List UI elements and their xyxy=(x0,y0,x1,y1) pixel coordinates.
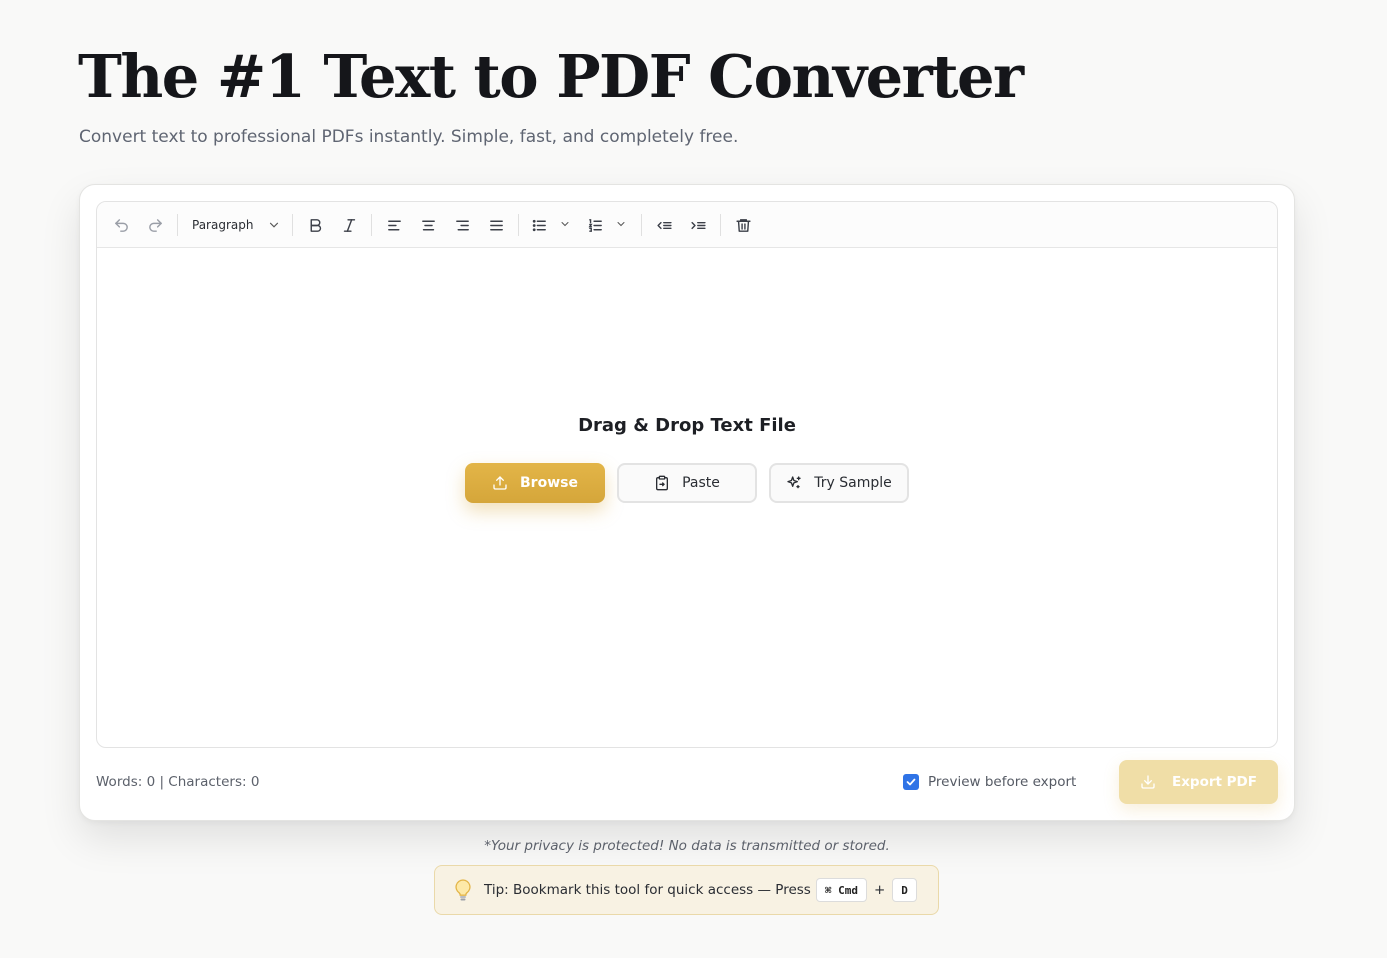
clipboard-icon xyxy=(656,475,669,491)
try-sample-button[interactable]: Try Sample xyxy=(769,463,909,503)
export-pdf-label: Export PDF xyxy=(1171,774,1257,790)
editor-toolbar: Paragraph xyxy=(97,202,1277,248)
checkmark-icon xyxy=(906,778,916,786)
chevron-down-icon xyxy=(269,222,279,228)
paste-button[interactable]: Paste xyxy=(617,463,757,503)
tip-text: Tip: Bookmark this tool for quick access… xyxy=(484,882,811,898)
toolbar-divider xyxy=(371,214,372,236)
toolbar-divider xyxy=(720,214,721,236)
browse-label: Browse xyxy=(520,475,578,491)
dropzone-title: Drag & Drop Text File xyxy=(578,415,796,436)
preview-label: Preview before export xyxy=(928,774,1077,790)
page-subtitle: Convert text to professional PDFs instan… xyxy=(79,127,739,147)
align-right-icon[interactable] xyxy=(449,212,475,238)
export-pdf-button[interactable]: Export PDF xyxy=(1119,760,1278,804)
chevron-down-icon[interactable] xyxy=(615,218,627,230)
toolbar-divider xyxy=(518,214,519,236)
sparkles-icon xyxy=(787,476,801,489)
lightbulb-icon xyxy=(455,879,471,901)
editor[interactable]: Paragraph Drag & Drop Text File Browse P… xyxy=(96,201,1278,748)
align-left-icon[interactable] xyxy=(381,212,407,238)
toolbar-divider xyxy=(641,214,642,236)
chevron-down-icon[interactable] xyxy=(559,218,571,230)
trash-icon[interactable] xyxy=(730,212,756,238)
plus-sign: + xyxy=(873,882,886,898)
preview-checkbox[interactable] xyxy=(903,774,919,790)
indent-icon[interactable] xyxy=(685,212,711,238)
redo-icon[interactable] xyxy=(142,212,168,238)
bullet-list-icon[interactable] xyxy=(526,212,552,238)
tip-banner: Tip: Bookmark this tool for quick access… xyxy=(434,865,939,915)
align-center-icon[interactable] xyxy=(415,212,441,238)
toolbar-divider xyxy=(292,214,293,236)
paste-label: Paste xyxy=(682,475,720,491)
numbered-list-icon[interactable] xyxy=(582,212,608,238)
italic-icon[interactable] xyxy=(336,212,362,238)
privacy-note: *Your privacy is protected! No data is t… xyxy=(484,838,890,854)
page-title: The #1 Text to PDF Converter xyxy=(78,42,1024,111)
try-sample-label: Try Sample xyxy=(814,475,892,491)
page: The #1 Text to PDF Converter Convert tex… xyxy=(0,0,1387,958)
block-format-select[interactable]: Paragraph xyxy=(185,212,281,238)
cmd-key: ⌘ Cmd xyxy=(815,878,867,902)
upload-icon xyxy=(493,476,507,490)
bold-icon[interactable] xyxy=(302,212,328,238)
converter-card: Paragraph Drag & Drop Text File Browse P… xyxy=(79,184,1295,821)
undo-icon[interactable] xyxy=(108,212,134,238)
preview-toggle[interactable]: Preview before export xyxy=(903,774,1076,790)
browse-button[interactable]: Browse xyxy=(465,463,605,503)
word-character-count: Words: 0 | Characters: 0 xyxy=(96,774,260,790)
align-justify-icon[interactable] xyxy=(483,212,509,238)
toolbar-divider xyxy=(177,214,178,236)
outdent-icon[interactable] xyxy=(651,212,677,238)
block-format-label: Paragraph xyxy=(192,218,254,232)
d-key: D xyxy=(892,878,917,902)
download-icon xyxy=(1141,775,1155,789)
